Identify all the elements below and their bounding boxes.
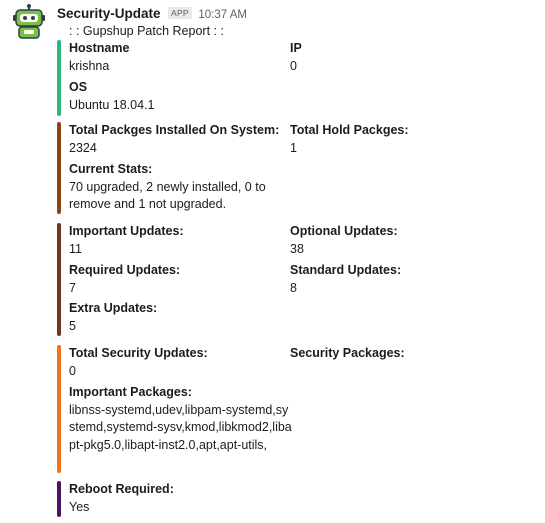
attachment-color-bar <box>57 223 61 336</box>
field-value: 0 <box>69 363 76 378</box>
attachment-color-bar <box>57 481 61 517</box>
field-title: Hostname <box>69 41 130 55</box>
field-extra-updates: Extra Updates: 5 <box>69 300 157 335</box>
field-ip: IP 0 <box>290 40 302 75</box>
field-title: Reboot Required: <box>69 482 174 496</box>
field-current-stats: Current Stats: 70 upgraded, 2 newly inst… <box>69 161 269 214</box>
field-title: Current Stats: <box>69 162 153 176</box>
attachment-host-info: Hostname krishna IP 0 OS Ubuntu 18.04.1 <box>57 40 527 116</box>
field-standard-updates: Standard Updates: 8 <box>290 262 401 297</box>
attachment-color-bar <box>57 122 61 214</box>
attachment-security: Total Security Updates: 0 Security Packa… <box>57 345 527 473</box>
field-os: OS Ubuntu 18.04.1 <box>69 79 155 114</box>
bot-name[interactable]: Security-Update <box>57 6 161 21</box>
field-hostname: Hostname krishna <box>69 40 129 75</box>
field-value: 38 <box>290 241 304 256</box>
field-value: 1 <box>290 140 297 155</box>
field-title: Total Hold Packges: <box>290 123 409 137</box>
field-value: 70 upgraded, 2 newly installed, 0 to rem… <box>69 179 266 212</box>
field-title: Important Packages: <box>69 385 192 399</box>
timestamp[interactable]: 10:37 AM <box>198 9 247 21</box>
field-value: Ubuntu 18.04.1 <box>69 97 155 112</box>
attachment-package-stats: Total Packges Installed On System: 2324 … <box>57 122 527 214</box>
field-optional-updates: Optional Updates: 38 <box>290 223 398 258</box>
field-value: 2324 <box>69 140 97 155</box>
attachment-color-bar <box>57 345 61 473</box>
field-title: Extra Updates: <box>69 301 158 315</box>
message-header: Security-Update APP 10:37 AM <box>57 5 247 23</box>
field-reboot-required: Reboot Required: Yes <box>69 481 174 516</box>
field-title: Total Packges Installed On System: <box>69 123 280 137</box>
field-value: 0 <box>290 58 297 73</box>
robot-avatar-icon[interactable] <box>11 4 47 40</box>
field-security-packages: Security Packages: <box>290 345 405 363</box>
attachment-update-counts: Important Updates: 11 Optional Updates: … <box>57 223 527 336</box>
field-title: IP <box>290 41 302 55</box>
app-badge: APP <box>167 7 192 19</box>
field-title: Optional Updates: <box>290 224 398 238</box>
field-value: Yes <box>69 499 90 514</box>
attachment-reboot: Reboot Required: Yes <box>57 481 527 517</box>
field-total-packages: Total Packges Installed On System: 2324 <box>69 122 279 157</box>
field-important-packages: Important Packages: libnss-systemd,udev,… <box>69 384 294 454</box>
field-total-security-updates: Total Security Updates: 0 <box>69 345 208 380</box>
field-title: Required Updates: <box>69 263 181 277</box>
field-title: Security Packages: <box>290 346 405 360</box>
field-hold-packages: Total Hold Packges: 1 <box>290 122 409 157</box>
field-title: Standard Updates: <box>290 263 402 277</box>
field-value: krishna <box>69 58 110 73</box>
field-required-updates: Required Updates: 7 <box>69 262 180 297</box>
field-title: OS <box>69 80 88 94</box>
report-title: : : Gupshup Patch Report : : <box>69 24 224 38</box>
field-title: Important Updates: <box>69 224 184 238</box>
field-value: libnss-systemd,udev,libpam-systemd,syste… <box>69 402 292 452</box>
attachment-color-bar <box>57 40 61 116</box>
field-title: Total Security Updates: <box>69 346 208 360</box>
field-value: 11 <box>69 241 82 256</box>
field-value: 8 <box>290 280 297 295</box>
field-value: 5 <box>69 318 76 333</box>
field-important-updates: Important Updates: 11 <box>69 223 184 258</box>
field-value: 7 <box>69 280 76 295</box>
